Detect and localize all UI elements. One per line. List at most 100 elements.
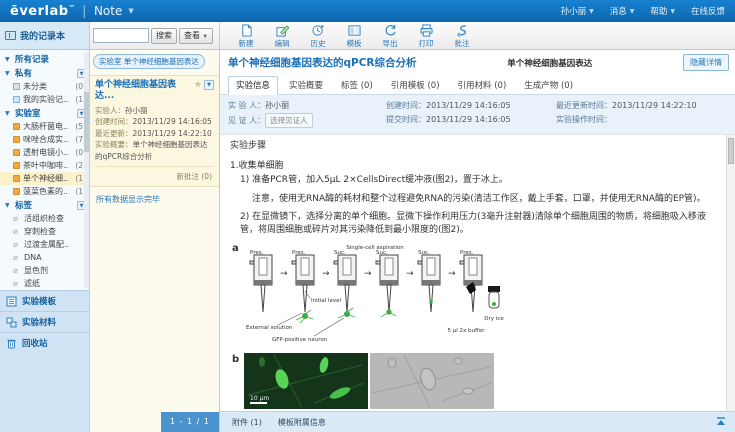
sidebar-tag-filter-paper[interactable]: ⌀ 滤纸 <box>0 277 89 290</box>
tab-experiment-info[interactable]: 实验信息 <box>228 76 278 95</box>
new-button[interactable]: 新建 <box>234 24 258 49</box>
sidebar-item-tem[interactable]: 透射电镜小.. (0) <box>0 146 89 159</box>
document-panel: 单个神经细胞基因表达的qPCR综合分析 单个神经细胞基因表达 隐藏详情 实验信息… <box>220 50 735 432</box>
product-chevron-down-icon[interactable]: ▼ <box>128 7 133 15</box>
figure-a-label: a <box>232 242 239 256</box>
lab-notebook-icon <box>13 123 20 130</box>
materials-icon <box>6 317 17 328</box>
svg-text:5 μl 2x buffer: 5 μl 2x buffer <box>448 328 486 334</box>
sidebar-tag-dna[interactable]: ⌀ DNA <box>0 251 89 264</box>
document-body[interactable]: 实验步骤 1.收集单细胞 1) 准备PCR管，加入5μL 2×CellsDire… <box>220 134 735 411</box>
template-button[interactable]: 模板 <box>342 24 366 49</box>
tab-products[interactable]: 生成产物 (0) <box>517 77 580 94</box>
document-scrollbar[interactable] <box>726 135 735 411</box>
sidebar-tag-chromogen[interactable]: ⌀ 显色剂 <box>0 264 89 277</box>
lab-notebook-icon <box>13 175 20 182</box>
sidebar-section-lab[interactable]: ▼ 实验室 ▼ <box>0 106 89 120</box>
sidebar-item-spinach-pigment[interactable]: 菠菜色素的.. (1) <box>0 185 89 198</box>
export-button[interactable]: 导出 <box>378 24 402 49</box>
document-tabs: 实验信息 实验概要 标签 (0) 引用模板 (0) 引用材料 (0) 生成产物 … <box>220 73 735 95</box>
search-button[interactable]: 搜索 <box>151 28 177 44</box>
sidebar-item-my-records[interactable]: 我的实验记.. (1) <box>0 93 89 106</box>
feedback-link[interactable]: 在线反馈 <box>691 5 725 17</box>
annotate-button[interactable]: 批注 <box>450 24 474 49</box>
template-info-link[interactable]: 模板附属信息 <box>278 417 326 428</box>
annotate-icon <box>456 24 469 37</box>
sidebar-item-ecoli[interactable]: 大肠杆菌电.. (5) <box>0 120 89 133</box>
steps-heading: 实验步骤 <box>230 140 717 153</box>
sidebar-scrollbar[interactable] <box>84 52 89 288</box>
hide-details-button[interactable]: 隐藏详情 <box>683 54 729 71</box>
lab-notebook-icon <box>13 162 20 169</box>
history-button[interactable]: 历史 <box>306 24 330 49</box>
chevron-down-icon: ▼ <box>202 34 208 40</box>
scrollbar-thumb[interactable] <box>728 138 734 164</box>
tag-icon: ⌀ <box>13 253 21 262</box>
search-input[interactable] <box>93 28 149 43</box>
svg-text:→: → <box>406 269 414 279</box>
template-icon <box>348 24 361 37</box>
user-menu[interactable]: 孙小丽▼ <box>561 5 594 17</box>
sidebar-section-private[interactable]: ▼ 私有 ▼ <box>0 66 89 80</box>
annotation-count[interactable]: 新批注 (0) <box>95 166 214 184</box>
experimenter-value: 孙小丽 <box>265 101 289 110</box>
document-header: 单个神经细胞基因表达的qPCR综合分析 单个神经细胞基因表达 隐藏详情 <box>220 50 735 73</box>
svg-text:Dry ice: Dry ice <box>484 316 504 322</box>
chevron-down-icon: ▼ <box>630 8 635 15</box>
scrollbar-thumb[interactable] <box>84 92 89 152</box>
printer-icon <box>420 24 433 37</box>
caret-down-icon: ▼ <box>5 70 12 77</box>
svg-text:GFP-positive neuron: GFP-positive neuron <box>272 337 328 343</box>
sidebar-tag-metal-complex[interactable]: ⌀ 过渡金属配.. <box>0 238 89 251</box>
svg-text:Initial level: Initial level <box>311 298 342 304</box>
view-button[interactable]: 查看 ▼ <box>179 28 213 44</box>
pagination[interactable]: 1 - 1 / 1 <box>161 412 219 432</box>
star-icon[interactable]: ★ <box>194 80 202 90</box>
sidebar-item-tea-caffeine[interactable]: 茶叶中咖啡.. (2) <box>0 159 89 172</box>
attachments-link[interactable]: 附件 (1) <box>232 417 262 428</box>
sidebar-item-all-records[interactable]: ▼ 所有记录 <box>0 52 89 66</box>
caret-down-icon: ▼ <box>5 202 12 209</box>
sidebar-item-single-neuron[interactable]: 单个神经细.. (1) <box>0 172 89 185</box>
record-card-head: 单个神经细胞基因表达... ★ ▼ <box>95 80 214 102</box>
notebook-header-label: 我的记录本 <box>20 29 65 42</box>
figure-a: a Single-cell aspiration Pres. → Pres. <box>244 242 717 349</box>
notebook-square-icon <box>13 96 20 103</box>
clock-icon <box>312 24 325 37</box>
select-witness-button[interactable]: 选择见证人 <box>265 113 313 128</box>
svg-text:→: → <box>322 269 330 279</box>
tag-icon: ⌀ <box>13 227 21 236</box>
print-button[interactable]: 打印 <box>414 24 438 49</box>
step-1: 1) 准备PCR管，加入5μL 2×CellsDirect缓冲液(图2)，置于冰… <box>230 174 717 187</box>
search-bar: 搜索 查看 ▼ <box>90 22 220 49</box>
new-page-icon <box>240 24 253 37</box>
svg-text:External solution: External solution <box>246 325 293 331</box>
edit-button[interactable]: 编辑 <box>270 24 294 49</box>
sidebar-item-recycle-bin[interactable]: 回收站 <box>0 332 89 353</box>
record-card[interactable]: 单个神经细胞基因表达... ★ ▼ 实验人：孙小丽 创建时间：2013/11/2… <box>90 75 219 187</box>
record-menu-icon[interactable]: ▼ <box>204 80 214 90</box>
messages-menu[interactable]: 消息▼ <box>610 5 635 17</box>
tab-ref-materials[interactable]: 引用材料 (0) <box>451 77 514 94</box>
updated-value: 2013/11/29 14:22:10 <box>612 101 697 110</box>
breadcrumb[interactable]: 实验室 单个神经细胞基因表达 <box>93 54 205 69</box>
doc-toolbar: 新建 编辑 历史 模板 导出 打印 <box>220 22 735 49</box>
help-menu[interactable]: 帮助▼ <box>650 5 675 17</box>
notebook-header[interactable]: 我的记录本 <box>0 22 90 49</box>
tag-icon: ⌀ <box>13 279 21 288</box>
figure-a-diagram: Single-cell aspiration Pres. → Pres. <box>244 242 506 344</box>
record-title[interactable]: 单个神经细胞基因表达... <box>95 80 192 102</box>
sidebar-item-uncategorized[interactable]: 未分类 (0) <box>0 80 89 93</box>
tab-tags[interactable]: 标签 (0) <box>334 77 380 94</box>
everlab-note-app: ēverlab™| Note ▼ 孙小丽▼ 消息▼ 帮助▼ 在线反馈 我的记录本… <box>0 0 735 432</box>
sidebar-item-materials[interactable]: 实验材料 <box>0 311 89 332</box>
sidebar-tag-biopsy[interactable]: ⌀ 活组织检查 <box>0 212 89 225</box>
sidebar-item-imidazole[interactable]: 咪唑合成实.. (7) <box>0 133 89 146</box>
sidebar-section-tags[interactable]: ▼ 标签 ▼ <box>0 198 89 212</box>
figure-b-micrographs: 10 μm <box>244 353 494 411</box>
tab-ref-templates[interactable]: 引用模板 (0) <box>384 77 447 94</box>
sidebar-item-templates[interactable]: 实验模板 <box>0 290 89 311</box>
collapse-panel-icon[interactable] <box>715 416 727 430</box>
sidebar-tag-puncture[interactable]: ⌀ 穿刺检查 <box>0 225 89 238</box>
tab-experiment-summary[interactable]: 实验概要 <box>282 77 330 94</box>
